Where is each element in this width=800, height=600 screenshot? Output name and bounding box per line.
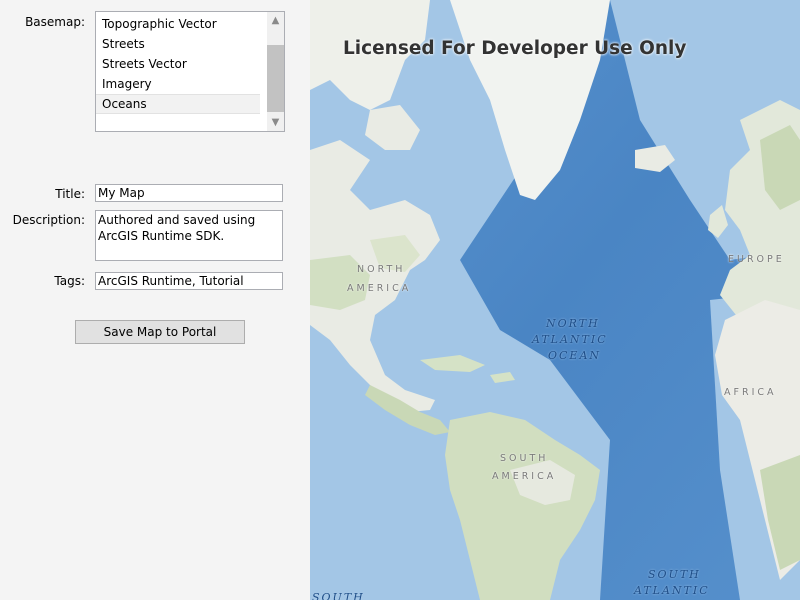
ocean-label-south: SOUTH bbox=[648, 568, 701, 581]
settings-panel: Basemap: Topographic Vector Streets Stre… bbox=[0, 0, 310, 600]
listbox-scrollbar[interactable]: ▲ ▼ bbox=[267, 12, 284, 131]
basemap-graphic bbox=[310, 0, 800, 600]
basemap-listbox[interactable]: Topographic Vector Streets Streets Vecto… bbox=[95, 11, 285, 132]
basemap-option-streets[interactable]: Streets bbox=[96, 34, 260, 54]
title-input[interactable]: My Map bbox=[95, 184, 283, 202]
tags-label: Tags: bbox=[54, 274, 85, 288]
tags-input[interactable]: ArcGIS Runtime, Tutorial bbox=[95, 272, 283, 290]
basemap-list: Topographic Vector Streets Streets Vecto… bbox=[96, 14, 260, 114]
map-label-europe: EUROPE bbox=[728, 254, 785, 265]
ocean-label-south-partial: SOUTH bbox=[312, 591, 365, 600]
basemap-option-oceans[interactable]: Oceans bbox=[96, 94, 260, 114]
basemap-option-topographic-vector[interactable]: Topographic Vector bbox=[96, 14, 260, 34]
license-watermark: Licensed For Developer Use Only bbox=[343, 38, 687, 59]
ocean-label-atlantic: ATLANTIC bbox=[532, 333, 608, 346]
title-label: Title: bbox=[55, 187, 85, 201]
ocean-label-ocean: OCEAN bbox=[548, 349, 602, 362]
scroll-down-icon[interactable]: ▼ bbox=[267, 114, 284, 131]
map-label-america: AMERICA bbox=[347, 283, 412, 294]
basemap-option-streets-vector[interactable]: Streets Vector bbox=[96, 54, 260, 74]
map-label-south-america: AMERICA bbox=[492, 471, 557, 482]
basemap-label: Basemap: bbox=[25, 15, 85, 29]
map-view[interactable]: Licensed For Developer Use Only NORTH AM… bbox=[310, 0, 800, 600]
map-label-africa: AFRICA bbox=[724, 387, 777, 398]
scroll-thumb[interactable] bbox=[267, 45, 284, 112]
map-label-south: SOUTH bbox=[500, 453, 549, 464]
basemap-option-imagery[interactable]: Imagery bbox=[96, 74, 260, 94]
map-label-north: NORTH bbox=[357, 264, 406, 275]
app-window: Basemap: Topographic Vector Streets Stre… bbox=[0, 0, 800, 600]
description-input[interactable]: Authored and saved using ArcGIS Runtime … bbox=[95, 210, 283, 261]
save-map-button[interactable]: Save Map to Portal bbox=[75, 320, 245, 344]
ocean-label-south-atlantic: ATLANTIC bbox=[634, 584, 710, 597]
scroll-up-icon[interactable]: ▲ bbox=[267, 12, 284, 29]
ocean-label-north: NORTH bbox=[546, 317, 600, 330]
description-label: Description: bbox=[12, 213, 85, 227]
